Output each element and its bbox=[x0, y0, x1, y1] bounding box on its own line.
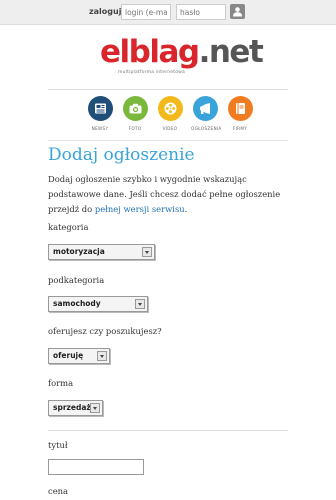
logo-word-grey: .net bbox=[198, 34, 264, 70]
oferujesz-select[interactable]: oferuję bbox=[48, 348, 110, 364]
tytul-input[interactable] bbox=[48, 459, 144, 475]
category-video[interactable]: VIDEO bbox=[156, 96, 184, 131]
chevron-down-icon bbox=[135, 299, 145, 309]
category-label: FOTO bbox=[128, 126, 142, 131]
intro-text: Dodaj ogłoszenie szybko i wygodnie wskaz… bbox=[48, 172, 293, 217]
podkategoria-select[interactable]: samochody bbox=[48, 296, 148, 312]
top-bar: zaloguj bbox=[0, 0, 336, 25]
category-label: FIRMY bbox=[232, 126, 248, 131]
oferujesz-value: oferuję bbox=[53, 351, 84, 360]
page-title: Dodaj ogłoszenie bbox=[48, 145, 195, 165]
megaphone-icon bbox=[192, 96, 218, 121]
category-label: NEWSY bbox=[91, 126, 109, 131]
full-version-link[interactable]: pełnej wersji serwisu bbox=[95, 204, 185, 214]
chevron-down-icon bbox=[97, 351, 107, 361]
category-nav: NEWSY FOTO VIDEO OGŁOSZENIA FIRMY bbox=[86, 96, 256, 136]
category-firmy[interactable]: FIRMY bbox=[226, 96, 254, 131]
film-reel-icon bbox=[157, 96, 183, 121]
intro-end: . bbox=[184, 204, 188, 214]
logo-tagline: multiplatforma internetowa bbox=[118, 70, 185, 75]
podkategoria-value: samochody bbox=[53, 299, 101, 308]
category-newsy[interactable]: NEWSY bbox=[86, 96, 114, 131]
divider bbox=[48, 140, 288, 141]
forma-value: sprzedaż bbox=[53, 403, 91, 412]
category-ogloszenia[interactable]: OGŁOSZENIA bbox=[191, 96, 222, 131]
kategoria-value: motoryzacja bbox=[53, 247, 105, 256]
oferujesz-label: oferujesz czy poszukujesz? bbox=[48, 326, 162, 336]
newspaper-icon bbox=[87, 96, 113, 121]
logo-word-red: elblag bbox=[100, 34, 200, 70]
user-icon bbox=[233, 7, 242, 17]
login-button[interactable] bbox=[230, 4, 245, 19]
kategoria-select[interactable]: motoryzacja bbox=[48, 244, 155, 260]
forma-label: forma bbox=[48, 378, 74, 388]
email-field[interactable] bbox=[121, 4, 171, 20]
category-label: OGŁOSZENIA bbox=[191, 126, 222, 131]
chevron-down-icon bbox=[90, 403, 100, 413]
logo-wordmark: elblag.net bbox=[100, 34, 264, 70]
camera-icon bbox=[122, 96, 148, 121]
password-field[interactable] bbox=[176, 4, 226, 20]
chevron-down-icon bbox=[142, 247, 152, 257]
divider bbox=[48, 89, 288, 90]
tytul-label: tytuł bbox=[48, 440, 68, 450]
book-icon bbox=[227, 96, 253, 121]
kategoria-label: kategoria bbox=[48, 222, 89, 232]
podkategoria-label: podkategoria bbox=[48, 275, 105, 285]
cena-label: cena bbox=[48, 486, 69, 496]
category-foto[interactable]: FOTO bbox=[121, 96, 149, 131]
forma-select[interactable]: sprzedaż bbox=[48, 400, 103, 416]
divider bbox=[48, 430, 288, 431]
category-label: VIDEO bbox=[162, 126, 178, 131]
login-label[interactable]: zaloguj bbox=[89, 7, 121, 16]
